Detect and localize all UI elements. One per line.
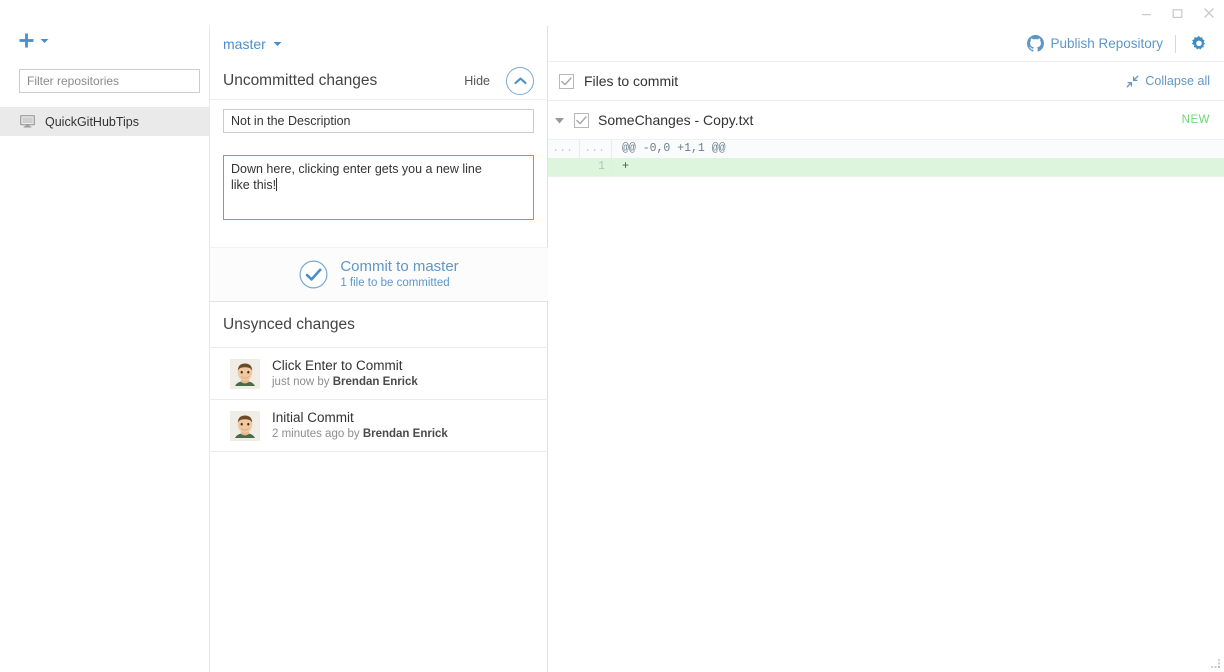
repository-sidebar: QuickGitHubTips: [0, 26, 210, 672]
collapse-arrows-icon: [1126, 75, 1139, 87]
description-line-1: Down here, clicking enter gets you a new…: [231, 162, 482, 176]
status-badge: NEW: [1181, 114, 1210, 126]
files-to-commit-label: Files to commit: [584, 73, 679, 89]
add-repository-button[interactable]: [18, 32, 49, 49]
file-row-somechanges-copy-txt[interactable]: SomeChanges - Copy.txt NEW: [548, 101, 1224, 140]
diff-panel-toolbar: Publish Repository: [548, 26, 1224, 62]
github-desktop-window: QuickGitHubTips master Uncommitted chang…: [0, 0, 1224, 672]
filter-repositories-field: [19, 69, 200, 93]
commit-author: Brendan Enrick: [362, 428, 448, 440]
commit-button-label: Commit to master: [340, 258, 459, 275]
collapse-all-button[interactable]: Collapse all: [1126, 74, 1210, 88]
close-icon: [1203, 8, 1214, 18]
unsynced-changes-header: Unsynced changes: [210, 302, 548, 348]
commit-title: Click Enter to Commit: [272, 358, 403, 373]
commit-time: 2 minutes ago: [272, 428, 345, 440]
chevron-up-icon: [513, 77, 527, 84]
commit-history-list: Click Enter to Commit just now by Brenda…: [210, 348, 548, 452]
commit-meta: just now by Brendan Enrick: [272, 375, 418, 390]
settings-button[interactable]: [1188, 33, 1210, 55]
checkmark-icon: [576, 115, 587, 124]
file-checkbox[interactable]: [574, 112, 589, 128]
plus-icon: [19, 33, 34, 48]
changes-panel: master Uncommitted changes Hide Down her…: [210, 26, 548, 672]
chevron-down-icon: [40, 38, 49, 43]
chevron-down-icon: [273, 42, 282, 46]
search-input[interactable]: [19, 69, 200, 93]
minimize-button[interactable]: [1131, 0, 1162, 26]
text-cursor: [276, 178, 278, 191]
diff-old-gutter: ...: [548, 140, 580, 158]
publish-repository-button[interactable]: Publish Repository: [1027, 35, 1163, 52]
unsynced-title: Unsynced changes: [223, 315, 355, 333]
diff-added-text: +: [622, 160, 629, 173]
triangle-down-icon[interactable]: [554, 116, 565, 125]
commit-to-master-button[interactable]: Commit to master 1 file to be committed: [210, 247, 548, 302]
resize-grip-icon[interactable]: [1209, 657, 1221, 669]
commit-author: Brendan Enrick: [332, 376, 418, 388]
collapse-all-label: Collapse all: [1145, 74, 1210, 88]
diff-hunk-header-row: ... ... @@ -0,0 +1,1 @@: [548, 140, 1224, 158]
hide-toggle-button[interactable]: [506, 66, 534, 95]
avatar: [230, 410, 260, 441]
publish-repository-label: Publish Repository: [1050, 36, 1163, 51]
commit-meta: 2 minutes ago by Brendan Enrick: [272, 427, 448, 442]
gear-icon: [1191, 35, 1206, 49]
toolbar-divider: [1175, 34, 1176, 53]
commit-by-word: by: [347, 428, 360, 440]
commit-description-input[interactable]: Down here, clicking enter gets you a new…: [223, 155, 534, 220]
commit-button-labels: Commit to master 1 file to be committed: [340, 258, 458, 291]
diff-new-gutter: 1: [580, 158, 612, 176]
commit-title: Initial Commit: [272, 410, 354, 425]
files-to-commit-checkbox[interactable]: [559, 73, 574, 89]
avatar: [230, 358, 260, 389]
check-circle-icon: [299, 260, 328, 289]
list-item[interactable]: Click Enter to Commit just now by Brenda…: [210, 348, 548, 400]
branch-name-label: master: [223, 36, 266, 52]
commit-time: just now: [272, 376, 315, 388]
diff-added-row: 1 +: [548, 158, 1224, 176]
sidebar-item-label: QuickGitHubTips: [45, 114, 140, 129]
close-button[interactable]: [1193, 0, 1224, 26]
window-controls: [1131, 0, 1224, 26]
maximize-icon: [1172, 8, 1183, 18]
title-bar: [0, 0, 1224, 26]
minimize-icon: [1142, 13, 1151, 15]
hide-label[interactable]: Hide: [464, 74, 490, 88]
page-title: Uncommitted changes: [223, 71, 378, 89]
commit-summary-input[interactable]: [223, 109, 534, 133]
files-to-commit-header: Files to commit Collapse all: [548, 62, 1224, 101]
description-line-2-text: like this!: [231, 178, 277, 192]
sidebar-item-quickgithubtips[interactable]: QuickGitHubTips: [0, 107, 209, 136]
description-line-2: like this!: [231, 177, 526, 193]
diff-panel: Publish Repository Files to commit Colla…: [548, 26, 1224, 672]
commit-item-info: Click Enter to Commit just now by Brenda…: [272, 357, 418, 390]
diff-new-gutter: ...: [580, 140, 612, 158]
commit-button-sublabel: 1 file to be committed: [340, 277, 450, 289]
diff-view: ... ... @@ -0,0 +1,1 @@ 1 +: [548, 140, 1224, 177]
commit-by-word: by: [317, 376, 330, 388]
diff-bottom-border: [548, 176, 1224, 177]
maximize-button[interactable]: [1162, 0, 1193, 26]
local-repository-monitor-icon: [20, 115, 35, 128]
diff-hunk-text: @@ -0,0 +1,1 @@: [622, 142, 726, 155]
uncommitted-changes-header: Uncommitted changes Hide: [210, 62, 548, 100]
checkmark-icon: [561, 76, 572, 85]
github-octocat-icon: [1027, 35, 1045, 52]
list-item[interactable]: Initial Commit 2 minutes ago by Brendan …: [210, 400, 548, 452]
file-name-label: SomeChanges - Copy.txt: [598, 112, 754, 128]
commit-item-info: Initial Commit 2 minutes ago by Brendan …: [272, 409, 448, 442]
branch-selector[interactable]: master: [210, 26, 548, 62]
